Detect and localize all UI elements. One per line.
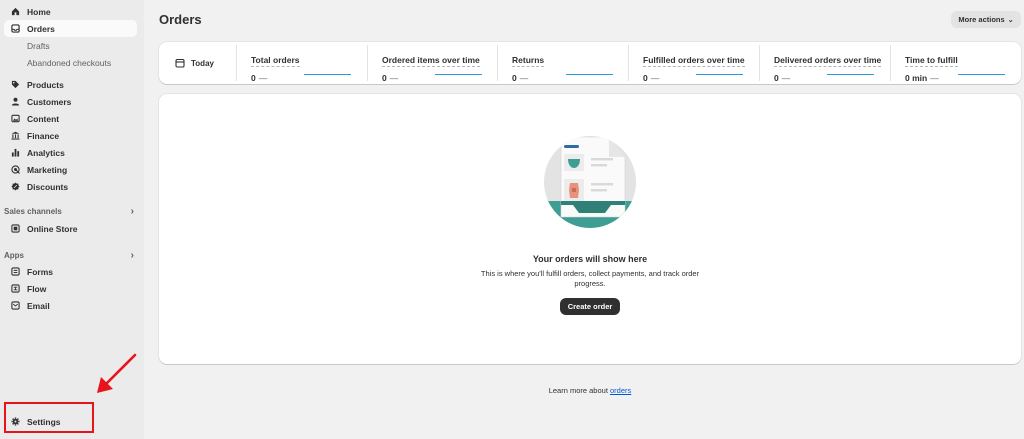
stat-sparkline [435,74,482,75]
stat-change: — [389,73,399,83]
nav-content[interactable]: Content [4,110,137,127]
nav-marketing[interactable]: Marketing [4,161,137,178]
nav-content-label: Content [27,113,60,124]
stat-title: Returns [512,55,545,67]
nav-online-store[interactable]: Online Store [4,220,137,237]
page-title: Orders [159,12,202,27]
more-actions-label: More actions [958,15,1005,24]
stat-number: 0 [382,73,387,83]
tag-icon [11,80,20,89]
nav-flow[interactable]: Flow [4,280,137,297]
sales-channels-header[interactable]: Sales channels › [4,206,136,217]
stat-title: Fulfilled orders over time [643,55,745,67]
stat-returns[interactable]: Returns 0— [512,50,632,83]
calendar-icon [175,58,185,68]
stat-total-orders[interactable]: Total orders 0— [251,50,371,83]
nav-orders[interactable]: Orders [4,20,137,37]
stat-number: 0 min [905,73,928,83]
nav-email[interactable]: Email [4,297,137,314]
stat-title: Time to fulfill [905,55,958,67]
stat-change: — [258,73,268,83]
target-icon [11,165,20,174]
nav-home[interactable]: Home [4,3,137,20]
nav-finance[interactable]: Finance [4,127,137,144]
home-icon [11,7,20,16]
date-range-label: Today [191,58,214,68]
nav-drafts[interactable]: Drafts [27,41,50,51]
email-icon [11,301,20,310]
nav-abandoned-checkouts[interactable]: Abandoned checkouts [27,58,111,68]
nav-forms[interactable]: Forms [4,263,137,280]
stat-title: Total orders [251,55,300,67]
store-icon [11,224,20,233]
chevron-down-icon: ⌄ [1007,16,1014,24]
form-icon [11,267,20,276]
learn-more-orders-link[interactable]: orders [610,386,631,395]
nav-analytics[interactable]: Analytics [4,144,137,161]
nav-customers-label: Customers [27,96,72,107]
nav-home-label: Home [27,6,51,17]
discount-icon [11,182,20,191]
learn-more-text: Learn more about [548,386,608,395]
stat-time-to-fulfill[interactable]: Time to fulfill 0 min — [905,50,1024,83]
learn-more-footer: Learn more about orders [159,386,1021,395]
nav-customers[interactable]: Customers [4,93,137,110]
nav-finance-label: Finance [27,130,60,141]
stat-number: 0 [643,73,648,83]
stat-fulfilled-orders[interactable]: Fulfilled orders over time 0— [643,50,763,83]
nav-email-label: Email [27,300,50,311]
nav-online-store-label: Online Store [27,223,78,234]
apps-header[interactable]: Apps › [4,250,136,261]
stats-divider [236,45,237,81]
stat-title: Ordered items over time [382,55,480,67]
stat-sparkline [696,74,743,75]
nav-forms-label: Forms [27,266,53,277]
date-range-picker[interactable]: Today [175,55,214,71]
stat-sparkline [566,74,613,75]
stat-change: — [930,73,939,83]
nav-analytics-label: Analytics [27,147,65,158]
bar-chart-icon [11,148,20,157]
chevron-right-icon: › [130,206,134,217]
inbox-icon [11,24,20,33]
stat-sparkline [304,74,351,75]
orders-empty-illustration [544,136,636,228]
annotation-arrow-icon [97,353,137,393]
stat-change: — [650,73,660,83]
nav-marketing-label: Marketing [27,164,68,175]
stat-number: 0 [774,73,779,83]
image-icon [11,114,20,123]
more-actions-button[interactable]: More actions ⌄ [951,11,1021,28]
nav-discounts[interactable]: Discounts [4,178,137,195]
empty-state-description: This is where you'll fulfill orders, col… [480,269,700,288]
empty-state-title: Your orders will show here [532,254,648,264]
nav-orders-label: Orders [27,23,55,34]
sales-channels-label: Sales channels [4,207,62,216]
stat-sparkline [827,74,874,75]
person-icon [11,97,20,106]
flow-icon [11,284,20,293]
stat-change: — [519,73,529,83]
stat-ordered-items[interactable]: Ordered items over time 0— [382,50,502,83]
nav-products[interactable]: Products [4,76,137,93]
stat-delivered-orders[interactable]: Delivered orders over time 0— [774,50,894,83]
nav-discounts-label: Discounts [27,181,69,192]
settings-highlight-box [4,402,94,433]
chevron-right-icon: › [130,250,134,261]
stat-change: — [781,73,791,83]
nav-products-label: Products [27,79,64,90]
bank-icon [11,131,20,140]
stat-number: 0 [251,73,256,83]
apps-label: Apps [4,251,24,260]
stat-number: 0 [512,73,517,83]
stat-title: Delivered orders over time [774,55,882,67]
create-order-button[interactable]: Create order [560,298,620,315]
nav-flow-label: Flow [27,283,47,294]
stat-sparkline [958,74,1005,75]
